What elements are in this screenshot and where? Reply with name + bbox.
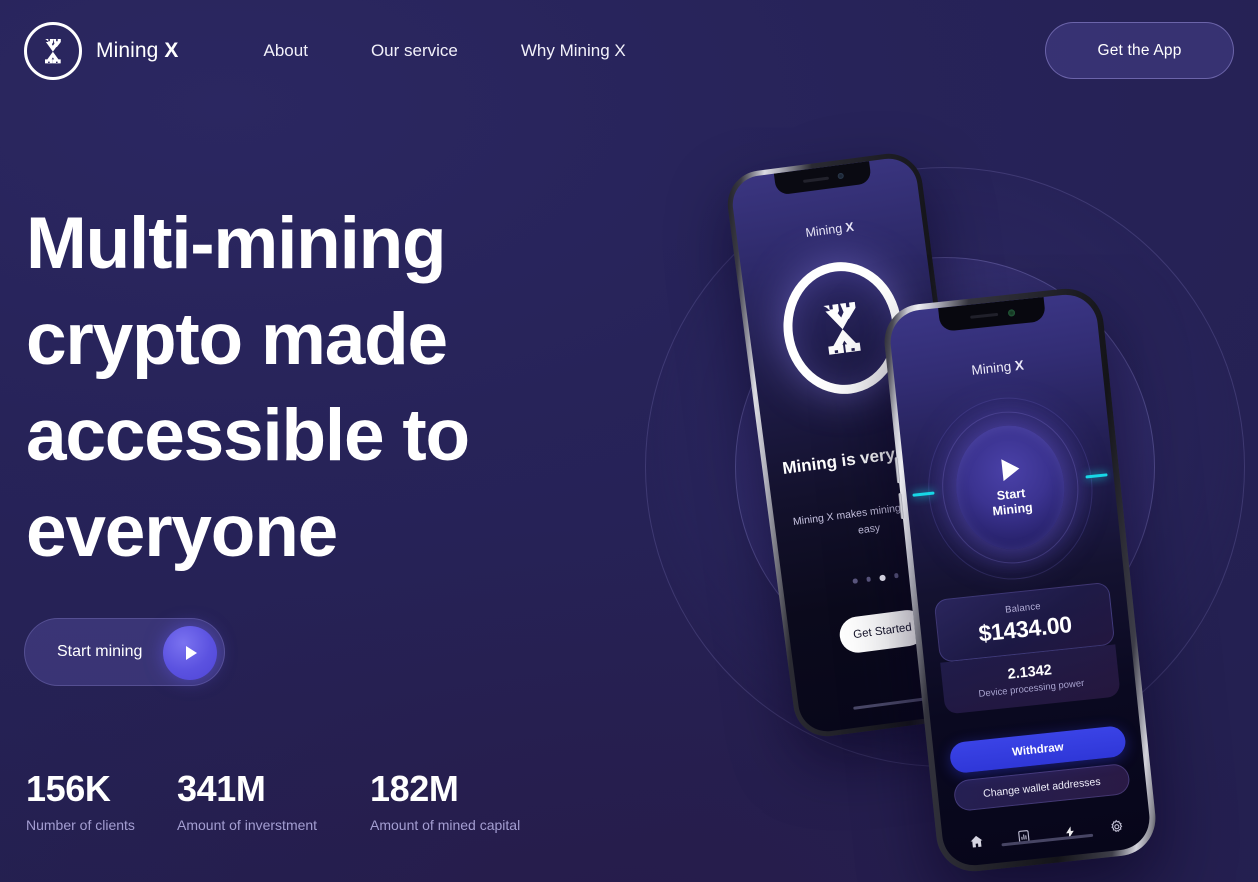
pagination-dot[interactable] [865,576,871,582]
home-indicator [853,696,931,710]
stat-label: Amount of inverstment [177,817,318,833]
mining-x-logo-icon [24,21,82,80]
get-the-app-button[interactable]: Get the App [1045,22,1234,79]
top-navigation-bar: Mining X About Our service Why Mining X … [0,0,1258,101]
nav-link-our-service[interactable]: Our service [371,35,458,67]
stat-value: 156K [26,768,111,809]
processing-power-value: 2.1342 [1006,662,1053,683]
stats-row: 156K Number of clients 341M Amount of in… [26,768,520,833]
app-title: Mining X [970,357,1025,378]
app-title: Mining X [804,219,855,240]
pagination-dot[interactable] [852,578,858,584]
start-mining-label: Start Mining [991,485,1034,518]
pagination-dot[interactable] [893,572,899,578]
play-icon [1000,457,1020,481]
play-icon [163,626,217,680]
home-icon[interactable] [969,833,986,854]
stat-clients: 156K Number of clients [26,768,177,833]
stat-label: Amount of mined capital [370,817,521,833]
gear-icon[interactable] [1108,819,1125,840]
nav-link-why-mining-x[interactable]: Why Mining X [521,35,626,67]
page-title: Multi-mining crypto made accessible to e… [26,203,470,572]
stat-label: Number of clients [26,817,135,833]
nav-links: About Our service Why Mining X [264,35,626,67]
pagination-dot-active[interactable] [879,574,886,581]
hero-copy: Multi-mining crypto made accessible to e… [26,196,546,580]
nav-link-about[interactable]: About [264,35,308,67]
start-mining-label: Start mining [57,643,143,660]
balance-value: $1434.00 [977,610,1073,647]
stat-investment: 341M Amount of inverstment [177,768,370,833]
brand-logo[interactable]: Mining X [24,21,179,80]
stat-mined-capital: 182M Amount of mined capital [370,768,520,833]
stat-value: 341M [177,768,266,809]
start-mining-button[interactable]: Start mining [24,618,225,686]
processing-power-label: Device processing power [978,677,1085,700]
brand-name: Mining X [96,38,179,62]
stat-value: 182M [370,768,459,809]
